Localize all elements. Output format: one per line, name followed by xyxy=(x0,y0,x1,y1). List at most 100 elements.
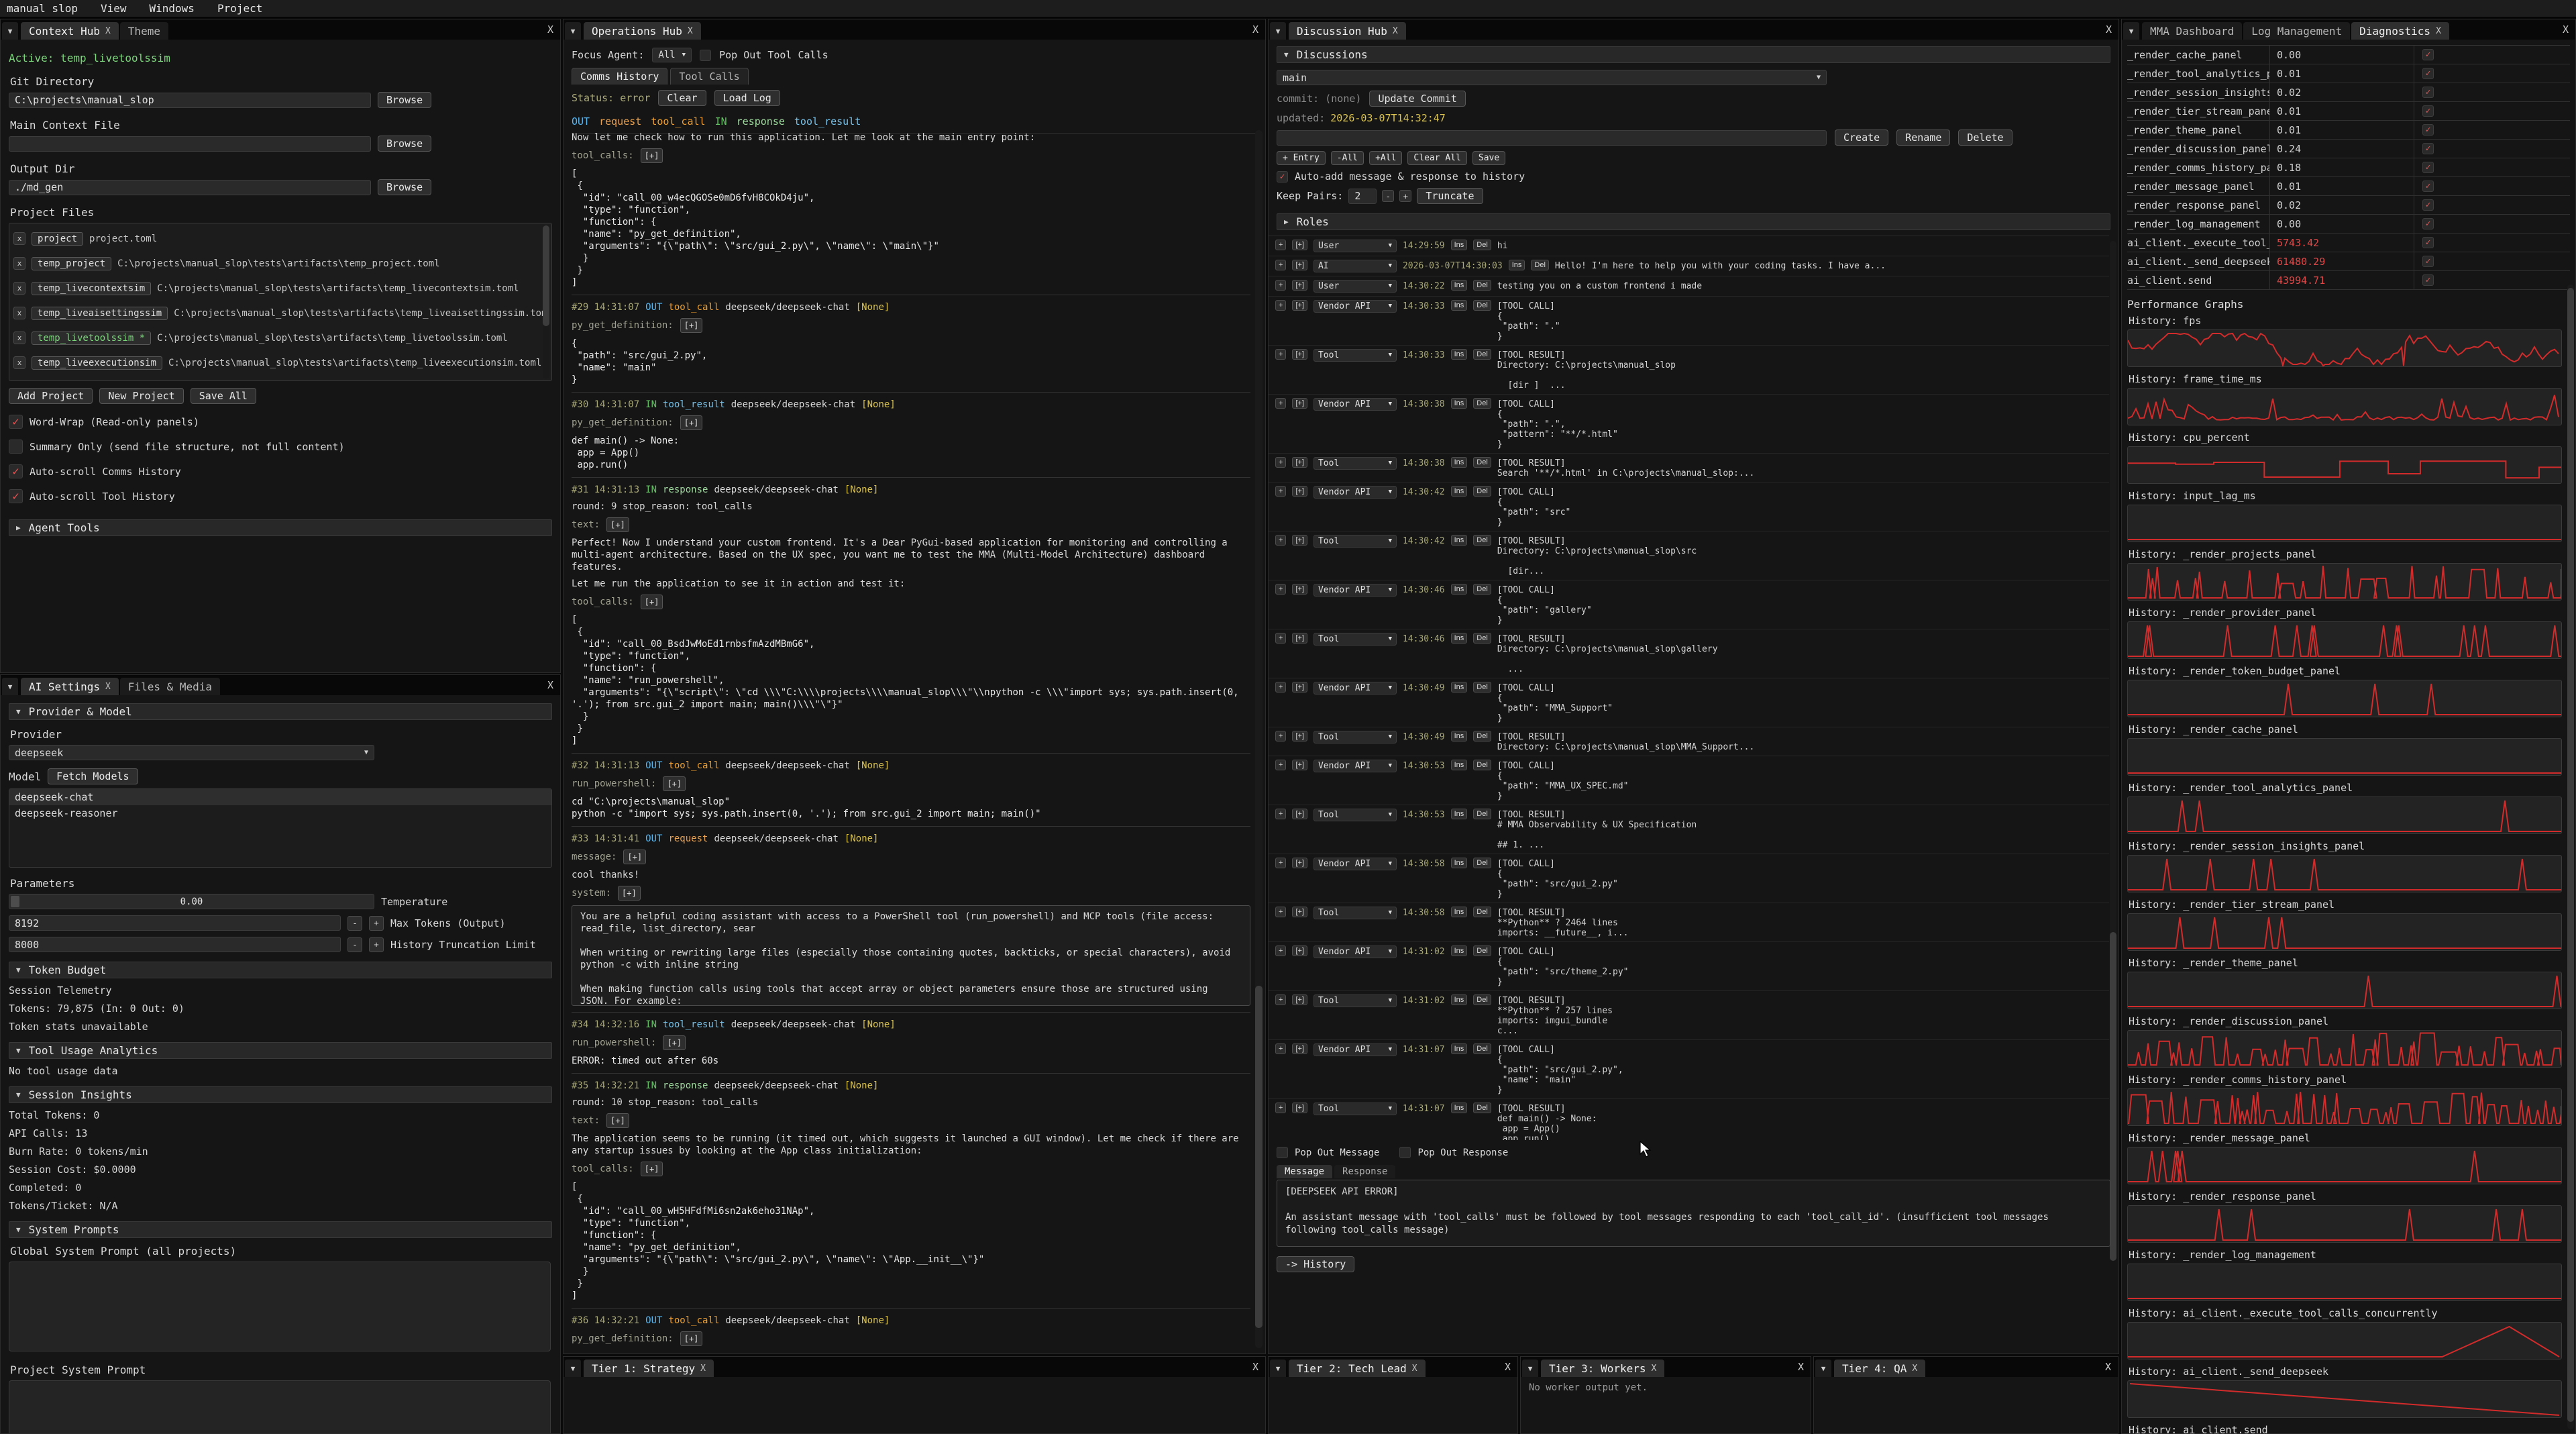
entry-del-button[interactable]: Del xyxy=(1473,731,1491,741)
new-project-button[interactable]: New Project xyxy=(99,388,183,404)
entry-role-select[interactable]: Tool▼ xyxy=(1313,1103,1397,1115)
remove-file-button[interactable]: x xyxy=(13,307,25,319)
entry-role-select[interactable]: AI▼ xyxy=(1313,260,1397,272)
scrollbar[interactable] xyxy=(2567,288,2574,1422)
entry-ins-button[interactable]: Ins xyxy=(1451,809,1468,819)
agent-tools-header[interactable]: ▶ Agent Tools xyxy=(9,519,552,536)
entry-ins-button[interactable]: Ins xyxy=(1451,300,1468,311)
entry-expand-button[interactable]: + xyxy=(1275,280,1286,291)
tab-tier4[interactable]: Tier 4: QAX xyxy=(1834,1360,1925,1377)
expand-button[interactable]: [+] xyxy=(680,415,703,430)
menu-item-windows[interactable]: Windows xyxy=(150,2,195,15)
entry-expand-button[interactable]: + xyxy=(1275,994,1286,1005)
collapse-icon[interactable]: ▼ xyxy=(2,22,18,40)
collapse-icon[interactable]: ▼ xyxy=(1270,22,1286,40)
main-context-input[interactable] xyxy=(9,136,371,152)
entry-plus-button[interactable]: [+] xyxy=(1292,457,1307,468)
checkbox[interactable]: ✓ xyxy=(9,489,23,503)
entry-role-select[interactable]: Tool▼ xyxy=(1313,731,1397,744)
close-icon[interactable]: X xyxy=(1412,1364,1417,1374)
collapse-icon[interactable]: ▼ xyxy=(565,22,581,40)
entry-plus-button[interactable]: [+] xyxy=(1292,858,1307,868)
entry-role-select[interactable]: Vendor API▼ xyxy=(1313,858,1397,870)
entry--all-button[interactable]: -All xyxy=(1331,151,1364,165)
keep-pairs-minus-button[interactable]: - xyxy=(1382,190,1394,202)
menu-item-project[interactable]: Project xyxy=(217,2,262,15)
entry-expand-button[interactable]: + xyxy=(1275,260,1286,270)
entry-expand-button[interactable]: + xyxy=(1275,945,1286,956)
entry-role-select[interactable]: Vendor API▼ xyxy=(1313,1043,1397,1056)
popout-message-checkbox[interactable] xyxy=(1277,1147,1288,1158)
entry-ins-button[interactable]: Ins xyxy=(1451,682,1468,693)
expand-button[interactable]: [+] xyxy=(623,850,646,864)
to-history-button[interactable]: -> History xyxy=(1277,1256,1354,1272)
entry-ins-button[interactable]: Ins xyxy=(1451,1103,1468,1113)
entry-expand-button[interactable]: + xyxy=(1275,1103,1286,1113)
entry-expand-button[interactable]: + xyxy=(1275,240,1286,250)
close-icon[interactable]: X xyxy=(1252,23,1258,36)
timing-checkbox[interactable]: ✓ xyxy=(2422,199,2434,211)
session-insights-header[interactable]: ▼Session Insights xyxy=(9,1086,552,1103)
tab-diagnostics[interactable]: DiagnosticsX xyxy=(2351,22,2449,40)
entry-plus-button[interactable]: [+] xyxy=(1292,584,1307,595)
entry-del-button[interactable]: Del xyxy=(1473,280,1491,291)
entry-expand-button[interactable]: + xyxy=(1275,535,1286,546)
entry-plus-button[interactable]: [+] xyxy=(1292,760,1307,770)
entry-plus-button[interactable]: [+] xyxy=(1292,280,1307,291)
entry-expand-button[interactable]: + xyxy=(1275,760,1286,770)
main-context-browse-button[interactable]: Browse xyxy=(378,136,431,152)
update-commit-button[interactable]: Update Commit xyxy=(1369,91,1465,107)
entry-role-select[interactable]: Vendor API▼ xyxy=(1313,760,1397,772)
tab-mma-dashboard[interactable]: MMA Dashboard xyxy=(2142,22,2242,40)
entry-ins-button[interactable]: Ins xyxy=(1509,260,1525,270)
entry-ins-button[interactable]: Ins xyxy=(1451,633,1468,644)
entry-expand-button[interactable]: + xyxy=(1275,809,1286,819)
entry-del-button[interactable]: Del xyxy=(1473,457,1491,468)
remove-file-button[interactable]: x xyxy=(13,257,25,270)
git-dir-browse-button[interactable]: Browse xyxy=(378,92,431,108)
close-icon[interactable]: X xyxy=(1912,1364,1917,1374)
close-icon[interactable]: X xyxy=(688,26,693,36)
entry-role-select[interactable]: Tool▼ xyxy=(1313,633,1397,646)
discussions-header[interactable]: ▼Discussions xyxy=(1277,46,2110,63)
tab-tier1[interactable]: Tier 1: StrategyX xyxy=(584,1360,714,1377)
close-icon[interactable]: X xyxy=(105,26,111,36)
entry-plus-button[interactable]: [+] xyxy=(1292,633,1307,644)
entry-role-select[interactable]: Tool▼ xyxy=(1313,809,1397,821)
entry-role-select[interactable]: User▼ xyxy=(1313,280,1397,293)
entry-plus-button[interactable]: [+] xyxy=(1292,682,1307,693)
collapse-icon[interactable]: ▼ xyxy=(1522,1360,1538,1377)
entry-clear-all-button[interactable]: Clear All xyxy=(1407,151,1466,165)
entry-ins-button[interactable]: Ins xyxy=(1451,760,1468,770)
expand-button[interactable]: [+] xyxy=(663,776,686,791)
expand-button[interactable]: [+] xyxy=(606,517,629,532)
entry-role-select[interactable]: User▼ xyxy=(1313,240,1397,252)
max-tokens-minus-button[interactable]: - xyxy=(347,916,362,931)
token-budget-header[interactable]: ▼Token Budget xyxy=(9,962,552,978)
rename-button[interactable]: Rename xyxy=(1896,130,1950,146)
entry-del-button[interactable]: Del xyxy=(1473,994,1491,1005)
entry-ins-button[interactable]: Ins xyxy=(1451,907,1468,917)
close-icon[interactable]: X xyxy=(2105,1361,2111,1373)
entry-del-button[interactable]: Del xyxy=(1473,300,1491,311)
entry-expand-button[interactable]: + xyxy=(1275,300,1286,311)
timing-checkbox[interactable]: ✓ xyxy=(2422,256,2434,267)
file-tag[interactable]: project xyxy=(32,232,83,246)
entry-ins-button[interactable]: Ins xyxy=(1451,280,1468,291)
entry-plus-button[interactable]: [+] xyxy=(1292,945,1307,956)
model-option-deepseek-chat[interactable]: deepseek-chat xyxy=(9,789,551,805)
file-tag[interactable]: temp_liveaisettingssim xyxy=(32,307,168,320)
checkbox[interactable] xyxy=(9,440,23,454)
file-tag[interactable]: temp_livetoolssim * xyxy=(32,331,151,345)
entry-role-select[interactable]: Vendor API▼ xyxy=(1313,682,1397,695)
timing-checkbox[interactable]: ✓ xyxy=(2422,237,2434,248)
collapse-icon[interactable]: ▼ xyxy=(2,678,18,695)
roles-header[interactable]: ▶Roles xyxy=(1277,213,2110,230)
entry-expand-button[interactable]: + xyxy=(1275,907,1286,917)
focus-agent-select[interactable]: All▼ xyxy=(652,48,692,62)
timing-checkbox[interactable]: ✓ xyxy=(2422,68,2434,79)
expand-button[interactable]: [+] xyxy=(680,1331,703,1346)
max-tokens-input[interactable] xyxy=(9,915,341,931)
entry-ins-button[interactable]: Ins xyxy=(1451,349,1468,360)
tab-log-management[interactable]: Log Management xyxy=(2243,22,2350,40)
